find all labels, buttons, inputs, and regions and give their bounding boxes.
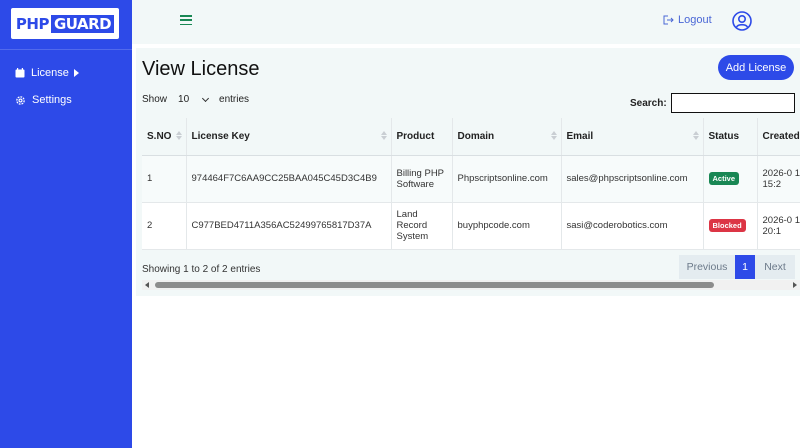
column-header-email[interactable]: Email [561, 118, 704, 156]
sort-icon [175, 131, 182, 140]
sidebar-divider [0, 49, 132, 50]
page-1-button[interactable]: 1 [735, 255, 755, 279]
cell-license-key: 974464F7C6AA9CC25BAA045C45D3C4B9 [186, 155, 392, 203]
horizontal-scrollbar[interactable] [142, 280, 800, 290]
entries-label: entries [219, 94, 250, 105]
page-size-select[interactable]: 10 [175, 92, 211, 107]
table-row: 1 974464F7C6AA9CC25BAA045C45D3C4B9 Billi… [142, 155, 800, 203]
logout-icon [663, 15, 674, 25]
column-header-created-at[interactable]: Created At [757, 118, 800, 156]
main-content: View License Add License Show 10 entries… [132, 44, 800, 448]
page-size-control: Show 10 entries [142, 92, 249, 107]
column-header-sno[interactable]: S.NO [142, 118, 187, 156]
license-table-container: S.NO License Key Product Domain Email St… [142, 118, 800, 250]
scrollbar-thumb[interactable] [155, 282, 714, 288]
user-circle-icon[interactable] [732, 11, 752, 31]
sort-icon [550, 131, 557, 140]
column-header-domain[interactable]: Domain [452, 118, 562, 156]
brand-logo[interactable]: PHP GUARD [11, 8, 119, 39]
cell-product: Billing PHP Software [391, 155, 453, 203]
table-info: Showing 1 to 2 of 2 entries [142, 264, 261, 275]
cell-sno: 2 [142, 202, 187, 250]
license-table: S.NO License Key Product Domain Email St… [142, 118, 800, 250]
caret-right-icon [73, 69, 79, 77]
cell-email: sasi@coderobotics.com [561, 202, 704, 250]
cell-status: Active [703, 155, 758, 203]
page-title: View License [142, 58, 260, 80]
logout-link[interactable]: Logout [663, 14, 712, 26]
license-panel: View License Add License Show 10 entries… [136, 48, 800, 296]
gear-icon [16, 95, 25, 105]
next-page-button[interactable]: Next [755, 255, 795, 279]
sidebar-item-label: Settings [32, 94, 72, 106]
status-badge: Blocked [708, 219, 746, 232]
cell-sno: 1 [142, 155, 187, 203]
sort-icon [692, 131, 699, 140]
chevron-down-icon [201, 94, 210, 102]
sidebar-item-settings[interactable]: Settings [15, 94, 72, 106]
cell-created-at: 2026-0 12 20:1 [757, 202, 800, 250]
sidebar: PHP GUARD License Settings [0, 0, 132, 448]
scroll-left-icon[interactable] [145, 282, 149, 288]
search-label: Search: [630, 97, 667, 109]
cell-product: Land Record System [391, 202, 453, 250]
cell-domain: Phpscriptsonline.com [452, 155, 562, 203]
page-size-value: 10 [178, 94, 190, 105]
pagination: Previous 1 Next [679, 255, 795, 279]
cell-domain: buyphpcode.com [452, 202, 562, 250]
logo-text: PHP GUARD [16, 14, 115, 33]
add-license-button[interactable]: Add License [718, 55, 794, 80]
column-header-status[interactable]: Status [703, 118, 758, 156]
table-row: 2 C977BED4711A356AC52499765817D37A Land … [142, 202, 800, 250]
sidebar-item-label: License [31, 67, 69, 79]
show-label: Show [142, 94, 168, 105]
calendar-icon [15, 68, 25, 78]
previous-page-button[interactable]: Previous [679, 255, 735, 279]
status-badge: Active [708, 172, 740, 185]
logout-label: Logout [678, 14, 712, 26]
cell-created-at: 2026-0 15 15:2 [757, 155, 800, 203]
cell-email: sales@phpscriptsonline.com [561, 155, 704, 203]
search-input[interactable] [670, 93, 795, 113]
scroll-right-icon[interactable] [793, 282, 797, 288]
column-header-license-key[interactable]: License Key [186, 118, 392, 156]
table-header-row: S.NO License Key Product Domain Email St… [142, 118, 800, 156]
cell-license-key: C977BED4711A356AC52499765817D37A [186, 202, 392, 250]
top-bar: Logout [132, 0, 800, 44]
column-header-product[interactable]: Product [391, 118, 453, 156]
hamburger-icon[interactable] [180, 15, 192, 26]
sort-icon [380, 131, 387, 140]
cell-status: Blocked [703, 202, 758, 250]
search-control: Search: [630, 93, 795, 113]
sidebar-item-license[interactable]: License [15, 67, 79, 79]
